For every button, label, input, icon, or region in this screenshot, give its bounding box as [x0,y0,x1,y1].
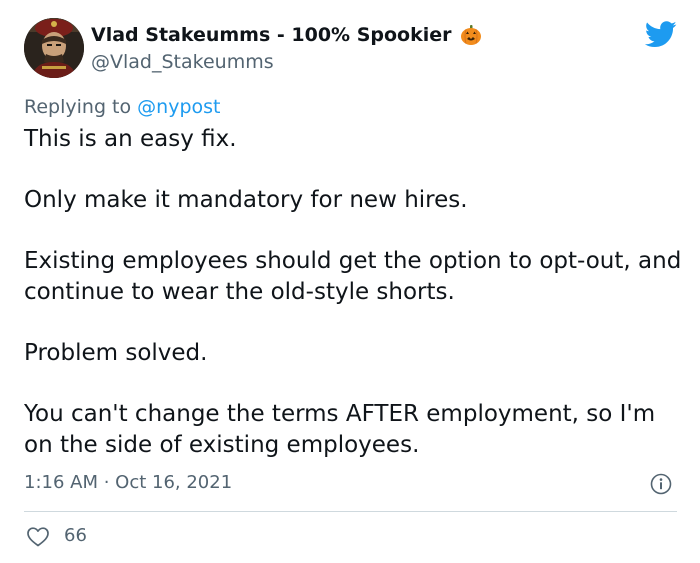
twitter-bird-icon[interactable] [644,21,677,48]
tweet-paragraph: Only make it mandatory for new hires. [24,187,468,213]
jack-o-lantern-icon [460,24,482,46]
info-icon[interactable] [650,473,672,495]
tweet-text: This is an easy fix. Only make it mandat… [24,124,688,491]
display-name-text: Vlad Stakeumms - 100% Spookier [91,24,452,46]
divider [24,511,677,512]
display-name[interactable]: Vlad Stakeumms - 100% Spookier [91,22,482,48]
tweet-paragraph: This is an easy fix. [24,126,237,152]
avatar[interactable] [24,18,84,78]
reply-prefix: Replying to [24,96,132,118]
reply-context: Replying to @nypost [24,95,221,119]
heart-icon[interactable] [27,527,49,547]
author-handle[interactable]: @Vlad_Stakeumms [91,50,274,74]
tweet-paragraph: Existing employees should get the option… [24,248,682,305]
tweet-paragraph: Problem solved. [24,340,208,366]
tweet-timestamp[interactable]: 1:16 AM · Oct 16, 2021 [24,471,232,495]
reply-mention-link[interactable]: @nypost [137,96,220,118]
like-count: 66 [64,525,87,546]
tweet-paragraph: You can't change the terms AFTER employm… [24,401,656,458]
